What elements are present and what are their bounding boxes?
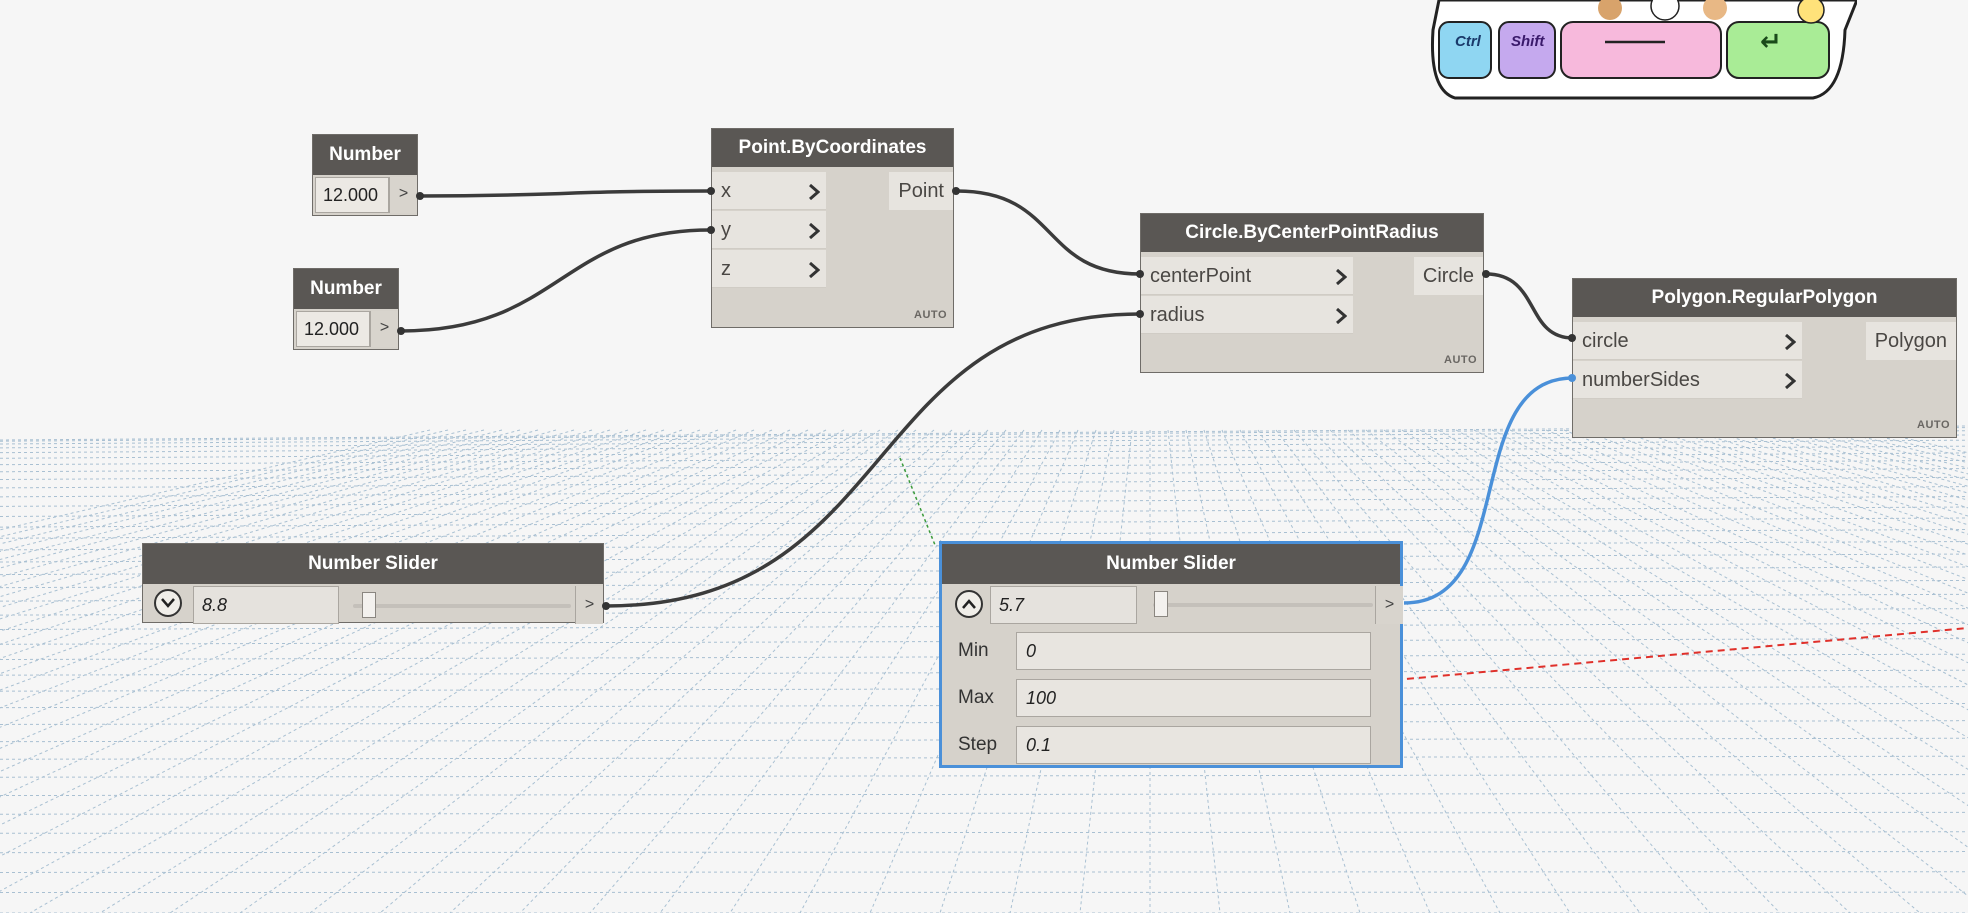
port-label: centerPoint — [1150, 265, 1252, 287]
output-port-dot[interactable] — [952, 187, 960, 195]
min-label: Min — [958, 640, 989, 661]
chevron-right-icon — [808, 250, 824, 288]
lacing-label[interactable]: AUTO — [914, 309, 947, 321]
output-port-button[interactable]: > — [575, 586, 603, 624]
output-port-dot[interactable] — [397, 327, 405, 335]
output-port-circle[interactable]: Circle — [1413, 257, 1483, 295]
point-bycoordinates-node[interactable]: Point.ByCoordinates x y z Point AUTO — [711, 128, 954, 328]
input-port-numbersides[interactable]: numberSides — [1573, 361, 1802, 399]
y-axis-line — [899, 457, 936, 546]
max-input[interactable]: 100 — [1016, 679, 1371, 717]
node-title[interactable]: Point.ByCoordinates — [712, 129, 953, 167]
chevron-right-icon — [1784, 361, 1800, 399]
slider-thumb[interactable] — [362, 592, 376, 618]
output-port-point[interactable]: Point — [889, 172, 953, 210]
input-port-dot[interactable] — [1568, 374, 1576, 382]
min-input[interactable]: 0 — [1016, 632, 1371, 670]
chevron-right-icon — [1784, 322, 1800, 360]
port-label: y — [721, 219, 731, 241]
expand-chevron-down-icon[interactable] — [154, 589, 182, 617]
svg-text:Shift: Shift — [1511, 33, 1545, 50]
node-title[interactable]: Number — [313, 135, 417, 175]
output-port-button[interactable]: > — [370, 311, 398, 347]
input-port-dot[interactable] — [1136, 310, 1144, 318]
slider-value-field[interactable]: 5.7 — [990, 586, 1137, 624]
input-port-dot[interactable] — [707, 226, 715, 234]
step-input[interactable]: 0.1 — [1016, 726, 1371, 764]
chevron-right-icon — [808, 172, 824, 210]
input-port-dot[interactable] — [1136, 270, 1144, 278]
number-value-field[interactable]: 12.000 — [315, 177, 389, 213]
output-port-button[interactable]: > — [1375, 586, 1403, 624]
svg-text:↵: ↵ — [1760, 27, 1782, 57]
slider-value-field[interactable]: 8.8 — [193, 586, 339, 624]
max-label: Max — [958, 687, 994, 708]
port-label: circle — [1582, 330, 1629, 352]
input-port-x[interactable]: x — [712, 172, 826, 210]
number-node-2[interactable]: Number 12.000 > — [293, 268, 399, 350]
background-grid — [0, 425, 1968, 913]
port-label: radius — [1150, 304, 1205, 326]
node-title[interactable]: Circle.ByCenterPointRadius — [1141, 214, 1483, 252]
number-slider-node-1[interactable]: Number Slider 8.8 > — [142, 543, 604, 624]
node-title[interactable]: Number Slider — [143, 544, 603, 584]
chevron-right-icon — [1335, 257, 1351, 295]
input-port-dot[interactable] — [1568, 334, 1576, 342]
output-port-dot[interactable] — [602, 602, 610, 610]
chevron-right-icon — [808, 211, 824, 249]
slider-thumb[interactable] — [1154, 591, 1168, 617]
collapse-chevron-up-icon[interactable] — [955, 590, 983, 618]
input-port-y[interactable]: y — [712, 211, 826, 249]
node-title[interactable]: Number — [294, 269, 398, 309]
output-port-dot[interactable] — [416, 192, 424, 200]
port-label: numberSides — [1582, 369, 1700, 391]
slider-track[interactable] — [353, 604, 571, 608]
chevron-right-icon — [1335, 296, 1351, 334]
polygon-regularpolygon-node[interactable]: Polygon.RegularPolygon circle numberSide… — [1572, 278, 1957, 438]
lacing-label[interactable]: AUTO — [1444, 354, 1477, 366]
port-label: x — [721, 180, 731, 202]
x-axis-line — [1394, 627, 1968, 681]
svg-text:Ctrl: Ctrl — [1455, 33, 1482, 50]
node-title[interactable]: Polygon.RegularPolygon — [1573, 279, 1956, 317]
port-label: z — [721, 258, 731, 280]
input-port-centerpoint[interactable]: centerPoint — [1141, 257, 1353, 295]
input-port-z[interactable]: z — [712, 250, 826, 288]
output-port-polygon[interactable]: Polygon — [1865, 322, 1956, 360]
number-node-1[interactable]: Number 12.000 > — [312, 134, 418, 216]
output-port-button[interactable]: > — [389, 177, 417, 213]
circle-bycenterpointradius-node[interactable]: Circle.ByCenterPointRadius centerPoint r… — [1140, 213, 1484, 373]
number-value-field[interactable]: 12.000 — [296, 311, 370, 347]
input-port-circle[interactable]: circle — [1573, 322, 1802, 360]
input-port-radius[interactable]: radius — [1141, 296, 1353, 334]
slider-track[interactable] — [1153, 603, 1373, 607]
lacing-label[interactable]: AUTO — [1917, 419, 1950, 431]
output-port-dot[interactable] — [1482, 270, 1490, 278]
step-label: Step — [958, 734, 998, 755]
keyboard-sticker-image: Ctrl Shift ↵ — [1431, 0, 1857, 100]
number-slider-node-2[interactable]: Number Slider 5.7 > Min 0 Max 100 Step 0… — [939, 541, 1403, 768]
input-port-dot[interactable] — [707, 187, 715, 195]
node-title[interactable]: Number Slider — [942, 544, 1400, 584]
